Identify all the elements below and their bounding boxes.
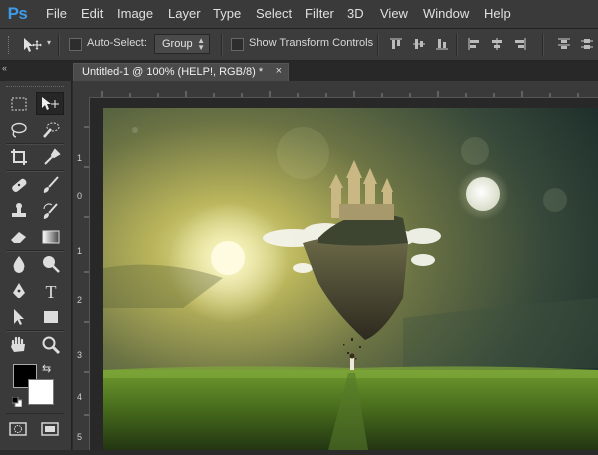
swap-colors-icon[interactable]: ⇆ (42, 362, 51, 375)
photoshop-logo[interactable]: Ps (6, 3, 29, 25)
separator (542, 34, 544, 56)
options-bar: ▾ Auto-Select: Group ▲ ▼ Show Transform C… (0, 29, 598, 61)
separator (58, 34, 60, 56)
menu-bar: Ps File Edit Image Layer Type Select Fil… (0, 0, 598, 29)
align-bottom-edges-icon[interactable] (435, 37, 449, 51)
tool-preset-chevron-icon[interactable]: ▾ (47, 38, 51, 47)
separator (456, 34, 458, 56)
rectangle-icon[interactable] (40, 307, 62, 327)
separator (221, 34, 223, 56)
menu-3d[interactable]: 3D (347, 0, 364, 28)
menu-type[interactable]: Type (213, 0, 241, 28)
align-right-edges-icon[interactable] (513, 37, 527, 51)
move-tool-button-icon[interactable] (36, 92, 64, 115)
separator (6, 143, 64, 145)
show-transform-label: Show Transform Controls (249, 37, 374, 49)
toolbox: T ⇆ (0, 81, 72, 450)
separator (6, 413, 64, 414)
path-selection-icon[interactable] (8, 307, 30, 327)
menu-image[interactable]: Image (117, 0, 153, 28)
quick-selection-icon[interactable] (40, 120, 62, 140)
distribute-vertical-centers-icon[interactable] (580, 37, 594, 51)
vertical-ruler[interactable]: 1 0 1 2 3 4 5 (73, 97, 90, 450)
eraser-icon[interactable] (8, 227, 30, 247)
align-top-edges-icon[interactable] (389, 37, 403, 51)
menu-filter[interactable]: Filter (305, 0, 334, 28)
document-tab-title: Untitled-1 @ 100% (HELP!, RGB/8) * (82, 66, 264, 78)
hand-icon[interactable] (8, 335, 30, 355)
separator (6, 250, 64, 252)
menu-file[interactable]: File (46, 0, 67, 28)
menu-help[interactable]: Help (484, 0, 511, 28)
background-color-swatch[interactable] (28, 379, 54, 405)
align-vertical-centers-icon[interactable] (412, 37, 426, 51)
zoom-icon[interactable] (40, 335, 62, 355)
brush-icon[interactable] (40, 175, 62, 195)
separator (377, 34, 379, 56)
auto-select-label: Auto-Select: (87, 37, 147, 49)
history-brush-icon[interactable] (40, 201, 62, 221)
close-icon[interactable]: × (276, 65, 282, 77)
crop-icon[interactable] (8, 147, 30, 167)
gradient-icon[interactable] (40, 227, 62, 247)
blur-icon[interactable] (8, 254, 30, 274)
menu-window[interactable]: Window (423, 0, 469, 28)
horizontal-ruler[interactable] (89, 81, 598, 98)
toolbox-grip[interactable] (6, 86, 64, 89)
align-left-edges-icon[interactable] (467, 37, 481, 51)
clone-stamp-icon[interactable] (8, 201, 30, 221)
auto-select-dropdown[interactable]: Group ▲ ▼ (154, 34, 210, 54)
default-colors-icon[interactable] (11, 394, 23, 408)
svg-text:T: T (46, 282, 57, 301)
screen-mode-icon[interactable] (39, 419, 61, 439)
rectangular-marquee-icon[interactable] (8, 94, 30, 114)
ruler-origin[interactable] (73, 81, 90, 98)
distribute-top-edges-icon[interactable] (557, 37, 571, 51)
dropdown-arrows-icon: ▲ ▼ (197, 36, 205, 52)
document-tab[interactable]: Untitled-1 @ 100% (HELP!, RGB/8) * × (73, 63, 289, 81)
type-icon[interactable]: T (40, 281, 62, 301)
lasso-icon[interactable] (8, 120, 30, 140)
options-bar-grip[interactable] (8, 36, 12, 54)
menu-layer[interactable]: Layer (168, 0, 201, 28)
show-transform-checkbox[interactable] (231, 38, 244, 51)
align-horizontal-centers-icon[interactable] (490, 37, 504, 51)
dodge-icon[interactable] (40, 254, 62, 274)
menu-select[interactable]: Select (256, 0, 292, 28)
spot-healing-brush-icon[interactable] (8, 175, 30, 195)
separator (6, 170, 64, 172)
menu-view[interactable]: View (380, 0, 408, 28)
menu-edit[interactable]: Edit (81, 0, 103, 28)
collapse-panel-icon[interactable]: « (2, 63, 7, 73)
auto-select-checkbox[interactable] (69, 38, 82, 51)
auto-select-value: Group (162, 38, 193, 50)
quick-mask-icon[interactable] (7, 419, 29, 439)
pen-icon[interactable] (8, 281, 30, 301)
eyedropper-icon[interactable] (40, 147, 62, 167)
document-canvas-image[interactable] (103, 108, 598, 450)
separator (6, 330, 64, 332)
move-tool-icon[interactable] (22, 36, 44, 54)
